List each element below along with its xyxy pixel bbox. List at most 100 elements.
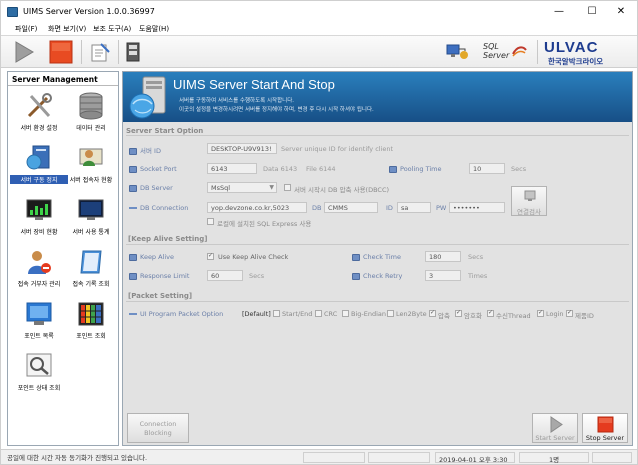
close-button[interactable]: ✕ xyxy=(607,1,635,23)
pooling-time-unit: Secs xyxy=(511,165,527,173)
response-icon xyxy=(129,272,137,280)
packet-default-label: [Default] xyxy=(242,310,271,318)
keep-alive-checkbox[interactable] xyxy=(207,252,214,260)
header-banner: UIMS Server Start And Stop 서버를 구동하여 서비스를… xyxy=(123,72,632,122)
packet-len2byte-checkbox[interactable] xyxy=(387,310,394,317)
socket-port-input[interactable]: 6143 xyxy=(207,163,257,174)
tools-icon xyxy=(27,93,52,118)
monitor-graph-icon xyxy=(26,199,52,220)
sidebar-item-connected-users[interactable]: 서버 접속자 현황 xyxy=(64,144,118,196)
start-toolbar-button[interactable] xyxy=(11,40,37,64)
connection-test-button[interactable]: 연결검사 xyxy=(511,186,547,216)
packet-crc-checkbox[interactable] xyxy=(315,310,322,317)
db-name-label: DB xyxy=(312,204,322,212)
db-connection-input[interactable]: yop.devzone.co.kr,5023 xyxy=(207,202,307,213)
user-block-icon xyxy=(28,251,51,274)
sidebar-item-label: 서버 장비 현황 xyxy=(20,229,58,236)
sidebar-item-server-start-stop[interactable]: 서버 구동 정지 xyxy=(10,144,68,196)
sidebar-item-equipment-status[interactable]: 서버 장비 현황 xyxy=(12,196,66,248)
db-pw-label: PW xyxy=(436,204,447,212)
packet-login-checkbox[interactable] xyxy=(537,309,544,317)
dbcc-label: 서버 시작시 DB 압축 사용(DBCC) xyxy=(294,186,390,194)
sql-server-icon xyxy=(512,46,527,57)
report-toolbar-button[interactable] xyxy=(89,41,111,63)
check-retry-unit: Times xyxy=(468,272,488,280)
sidebar-item-access-log[interactable]: 접속 기록 조회 xyxy=(64,248,118,300)
db-password-input[interactable]: ••••••• xyxy=(449,202,505,213)
title-bar: UIMS Server Version 1.0.0.36997 — ☐ ✕ xyxy=(1,1,637,23)
sidebar-item-label: 서버 접속자 현황 xyxy=(69,177,113,184)
packet-compress-checkbox[interactable] xyxy=(429,309,436,317)
sidebar-title: Server Management xyxy=(8,72,118,86)
sql-express-label: 로컬에 설치된 SQL Express 사용 xyxy=(217,220,312,228)
sidebar-item-server-settings[interactable]: 서버 환경 설정 xyxy=(12,92,66,144)
sidebar-item-label: 서버 환경 설정 xyxy=(20,125,58,132)
menu-view[interactable]: 화면 보기(V) xyxy=(48,24,86,34)
sidebar-item-label: 포인트 목록 xyxy=(24,333,54,340)
sidebar-item-data-management[interactable]: 데이터 관리 xyxy=(64,92,118,144)
check-retry-input[interactable]: 3 xyxy=(425,270,461,281)
data-port-text: Data 6143 xyxy=(263,165,298,173)
response-limit-input[interactable]: 60 xyxy=(207,270,243,281)
server-globe-icon xyxy=(129,76,166,119)
packet-recvthread-checkbox[interactable] xyxy=(487,309,494,317)
check-time-input[interactable]: 180 xyxy=(425,251,461,262)
pooling-time-input[interactable]: 10 xyxy=(469,163,505,174)
pooling-time-label: Pooling Time xyxy=(389,165,441,173)
clock-icon xyxy=(389,165,397,173)
connection-icon xyxy=(129,207,137,209)
exit-toolbar-button[interactable] xyxy=(124,41,142,63)
db-id-label: ID xyxy=(386,204,393,212)
maximize-button[interactable]: ☐ xyxy=(578,1,606,23)
main-panel: UIMS Server Start And Stop 서버를 구동하여 서비스를… xyxy=(122,71,633,446)
ulvac-korean-text: 한국알박크라이오 xyxy=(548,57,604,66)
stop-icon xyxy=(49,40,73,64)
sql-express-checkbox[interactable] xyxy=(207,218,214,225)
packet-option-label: Start/End xyxy=(282,310,313,318)
packet-option-label: Big-Endian xyxy=(351,310,386,318)
minimize-button[interactable]: — xyxy=(545,1,573,23)
stop-server-button[interactable]: Stop Server xyxy=(582,413,628,443)
db-id-input[interactable]: sa xyxy=(397,202,431,213)
start-server-button[interactable]: Start Server xyxy=(532,413,578,443)
sidebar-item-usage-stats[interactable]: 서버 사용 통계 xyxy=(64,196,118,248)
timer-icon xyxy=(352,253,360,261)
packet-option-label: 암호화 xyxy=(464,312,482,320)
db-icon xyxy=(129,184,137,192)
sidebar-item-point-status[interactable]: 포인트 상태 조회 xyxy=(12,352,66,404)
sql-server-logo: SQL Server xyxy=(481,40,529,66)
sidebar-item-label: 접속 기록 조회 xyxy=(72,281,110,288)
status-datetime: 2019-04-01 오후 3:30 xyxy=(435,452,515,464)
toolbar: SQL Server ULVAC 한국알박크라이오 xyxy=(1,35,637,68)
ulvac-text: ULVAC xyxy=(544,39,599,56)
menu-help[interactable]: 도움말(H) xyxy=(139,24,169,34)
banner-description-1: 서버를 구동하여 서비스를 수행하도록 시작합니다. xyxy=(179,98,295,104)
server-id-input[interactable]: DESKTOP-U9V913! xyxy=(207,143,277,154)
point-grid-icon xyxy=(78,302,104,326)
sidebar-item-denied-users[interactable]: 접속 거부자 관리 xyxy=(12,248,66,300)
stop-toolbar-button[interactable] xyxy=(49,40,73,64)
sidebar-item-point-view[interactable]: 포인트 조회 xyxy=(64,300,118,352)
menu-tools[interactable]: 보조 도구(A) xyxy=(93,24,131,34)
packet-option-label: 수신Thread xyxy=(496,312,531,320)
packet-productid-checkbox[interactable] xyxy=(566,309,573,317)
keep-alive-check-label: Use Keep Alive Check xyxy=(218,253,289,261)
packet-encrypt-checkbox[interactable] xyxy=(455,309,462,317)
packet-option-label: Len2Byte xyxy=(396,310,427,318)
sidebar-item-point-list[interactable]: 포인트 목록 xyxy=(12,300,66,352)
menu-file[interactable]: 파일(F) xyxy=(15,24,37,34)
door-icon xyxy=(126,42,140,62)
response-limit-unit: Secs xyxy=(249,272,265,280)
db-server-select[interactable]: MsSql ▼ xyxy=(207,182,277,193)
packet-startend-checkbox[interactable] xyxy=(273,310,280,317)
keep-alive-label: Keep Alive xyxy=(129,253,174,261)
connection-blocking-button[interactable]: Connection Blocking xyxy=(127,413,189,443)
packet-option-label: CRC xyxy=(324,310,338,318)
dbcc-checkbox[interactable] xyxy=(284,184,291,191)
magnifier-icon xyxy=(26,353,52,377)
db-name-input[interactable]: CMMS xyxy=(324,202,378,213)
packet-icon xyxy=(129,313,137,315)
packet-bigendian-checkbox[interactable] xyxy=(342,310,349,317)
section-keep-alive: [Keep Alive Setting] xyxy=(128,235,208,243)
network-icon xyxy=(446,44,468,59)
